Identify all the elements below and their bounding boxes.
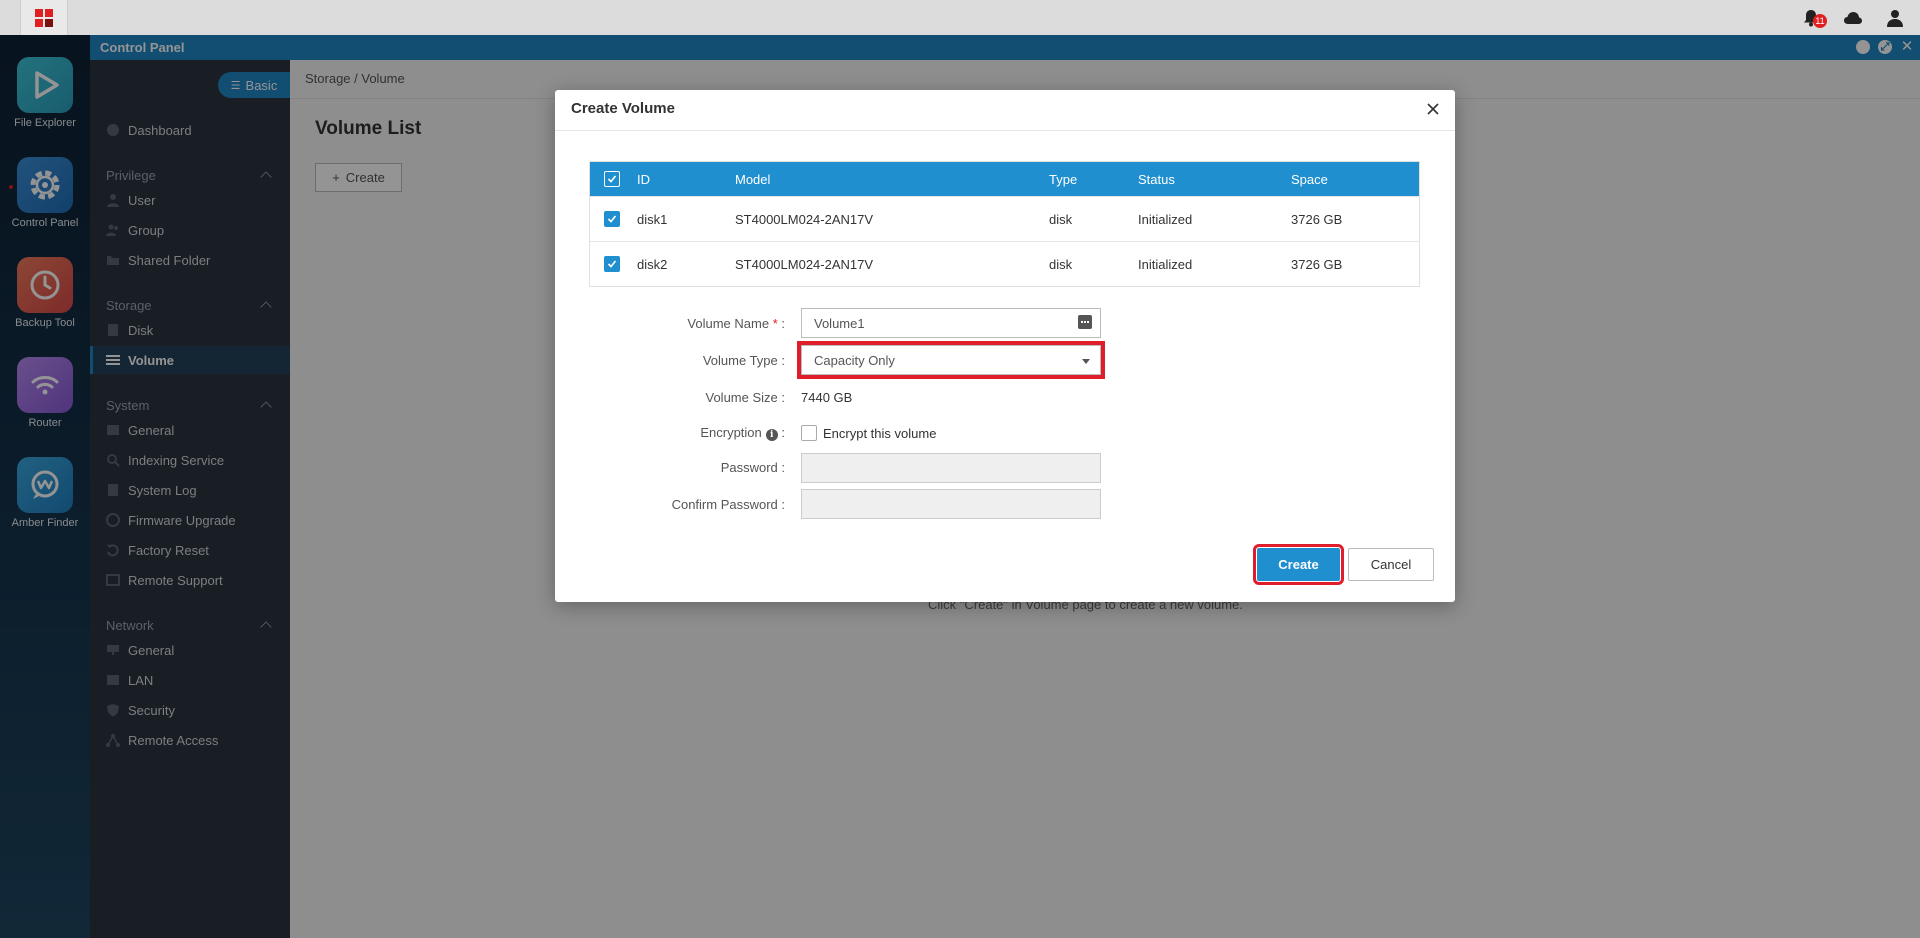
cell-id: disk2 (637, 256, 668, 272)
start-menu-button[interactable] (20, 0, 68, 35)
encrypt-volume-option[interactable]: Encrypt this volume (801, 425, 936, 441)
cell-model: ST4000LM024-2AN17V (735, 256, 874, 272)
volume-name-label: Volume Name * : (687, 316, 785, 331)
info-icon[interactable]: i (765, 429, 778, 441)
cell-status: Initialized (1138, 256, 1193, 272)
column-header-type: Type (1049, 171, 1078, 187)
dialog-title: Create Volume (571, 100, 675, 117)
user-account-icon[interactable] (1884, 7, 1906, 29)
volume-name-label-text: Volume Name (687, 316, 770, 331)
password-field[interactable] (801, 453, 1101, 483)
select-all-checkbox[interactable] (604, 171, 620, 187)
row-checkbox[interactable] (604, 256, 620, 272)
column-header-space: Space (1291, 171, 1328, 187)
volume-name-value: Volume1 (814, 315, 865, 331)
row-checkbox[interactable] (604, 211, 620, 227)
create-button[interactable]: Create (1253, 544, 1344, 585)
cell-model: ST4000LM024-2AN17V (735, 211, 874, 227)
row-select-cell (604, 242, 620, 286)
required-marker: * (769, 316, 782, 331)
column-header-model: Model (735, 171, 771, 187)
volume-type-value: Capacity Only (814, 352, 895, 368)
volume-name-input[interactable]: Volume1 (801, 308, 1101, 338)
column-header-id: ID (637, 171, 650, 187)
cloud-icon[interactable] (1842, 7, 1864, 29)
volume-type-label: Volume Type : (702, 353, 785, 368)
encryption-label: Encryption i : (700, 425, 785, 441)
cell-space: 3726 GB (1291, 211, 1343, 227)
select-all-cell (604, 162, 620, 196)
create-volume-dialog: Create Volume ID Model Type Status Space… (555, 90, 1455, 602)
password-label: Password : (720, 460, 785, 475)
row-select-cell (604, 197, 620, 241)
table-header: ID Model Type Status Space (590, 162, 1419, 196)
app-grid-icon (35, 8, 53, 27)
cell-space: 3726 GB (1291, 256, 1343, 272)
confirm-password-label: Confirm Password : (671, 497, 785, 512)
encrypt-volume-checkbox[interactable] (801, 425, 817, 441)
top-bar: 11 (0, 0, 1920, 35)
table-row[interactable]: disk1 ST4000LM024-2AN17V disk Initialize… (590, 196, 1419, 241)
encrypt-volume-label: Encrypt this volume (823, 425, 937, 441)
disk-table: ID Model Type Status Space disk1 ST4000L… (589, 161, 1420, 287)
cell-id: disk1 (637, 211, 668, 227)
volume-size-label: Volume Size : (705, 390, 786, 405)
cell-type: disk (1049, 256, 1073, 272)
notification-bell-icon[interactable]: 11 (1800, 7, 1827, 29)
table-row[interactable]: disk2 ST4000LM024-2AN17V disk Initialize… (590, 241, 1419, 286)
confirm-password-field[interactable] (801, 489, 1101, 519)
cell-status: Initialized (1138, 211, 1193, 227)
caret-down-icon (1082, 359, 1090, 364)
volume-size-value: 7440 GB (801, 390, 853, 405)
column-header-status: Status (1138, 171, 1175, 187)
notification-count-badge: 11 (1813, 14, 1827, 28)
autofill-key-icon[interactable] (1078, 315, 1092, 329)
divider (555, 130, 1455, 131)
volume-type-select[interactable]: Capacity Only (797, 341, 1105, 379)
encryption-label-text: Encryption (700, 425, 762, 440)
cell-type: disk (1049, 211, 1073, 227)
cancel-button[interactable]: Cancel (1348, 548, 1434, 581)
close-icon[interactable] (1423, 99, 1443, 119)
